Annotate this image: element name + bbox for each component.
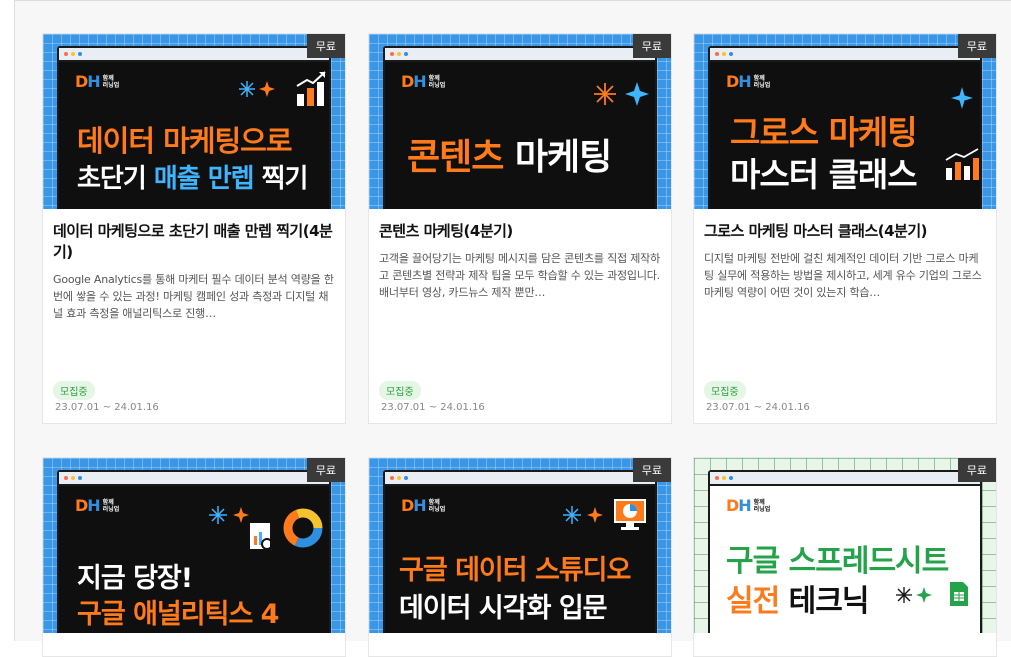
- course-description: 고객을 끌어당기는 마케팅 메시지를 담은 콘텐츠를 직접 제작하고 콘텐츠별 …: [379, 252, 660, 299]
- course-thumbnail[interactable]: 무료 DH 함께 러닝업 콘텐츠 마케팅: [369, 34, 671, 209]
- free-badge: 무료: [632, 34, 671, 58]
- status-badge: 모집중: [704, 381, 746, 400]
- free-badge: 무료: [632, 458, 671, 482]
- course-date: 23.07.01 ~ 24.01.16: [706, 402, 810, 413]
- window-titlebar: [59, 472, 329, 486]
- window-titlebar: [710, 472, 980, 486]
- thumbnail-headline: 그로스 마케팅: [730, 113, 918, 152]
- growth-chart-icon: [945, 148, 979, 180]
- status-badge: 모집중: [53, 381, 95, 400]
- thumbnail-headline: 지금 당장!: [77, 563, 193, 594]
- course-card[interactable]: 무료 DH 함께 러닝업 구글 데이터 스튜디오 데이터 시각화 입문: [368, 457, 672, 657]
- thumbnail-headline: 구글 데이터 스튜디오: [399, 555, 631, 586]
- report-icon: [248, 521, 276, 553]
- course-title[interactable]: 데이터 마케팅으로 초단기 매출 만렙 찍기(4분기): [53, 221, 335, 263]
- brand-logo: DH 함께 러닝업: [401, 496, 446, 515]
- growth-chart-icon: [296, 71, 326, 106]
- spreadsheet-icon: [950, 582, 968, 606]
- course-thumbnail[interactable]: 무료 DH 함께 러닝업 지금 당장! 구글 애널리틱스 4: [43, 458, 345, 633]
- thumbnail-subline: 마스터 클래스: [730, 155, 918, 194]
- window-titlebar: [385, 48, 655, 62]
- thumbnail-headline: 콘텐츠 마케팅: [407, 137, 612, 178]
- card-body: 데이터 마케팅으로 초단기 매출 만렙 찍기(4분기) Google Analy…: [43, 209, 345, 423]
- brand-logo: DH 함께 러닝업: [726, 72, 771, 91]
- course-card[interactable]: 무료 DH 함께 러닝업 지금 당장! 구글 애널리틱스 4: [42, 457, 346, 657]
- course-card[interactable]: 무료 DH 함께 러닝업 구글 스프레드시트 실전 테크닉: [693, 457, 997, 657]
- course-thumbnail[interactable]: 무료 DH 함께 러닝업 구글 데이터 스튜디오 데이터 시각화 입문: [369, 458, 671, 633]
- thumbnail-window: DH 함께 러닝업 그로스 마케팅 마스터 클래스: [708, 46, 982, 209]
- free-badge: 무료: [306, 458, 345, 482]
- sparkle-icon: [951, 87, 973, 109]
- window-titlebar: [385, 472, 655, 486]
- free-badge: 무료: [306, 34, 345, 58]
- thumbnail-window: DH 함께 러닝업 구글 데이터 스튜디오 데이터 시각화 입문: [383, 470, 657, 633]
- thumbnail-subline: 구글 애널리틱스 4: [77, 599, 279, 630]
- card-body: 콘텐츠 마케팅(4분기) 고객을 끌어당기는 마케팅 메시지를 담은 콘텐츠를 …: [369, 209, 671, 423]
- course-card[interactable]: 무료 DH 함께 러닝업 그로스 마케팅 마스터 클래스 그로스 마케팅 마스터…: [693, 33, 997, 424]
- donut-chart-icon: [283, 508, 323, 548]
- card-body: 그로스 마케팅 마스터 클래스(4분기) 디지털 마케팅 전반에 걸친 체계적인…: [694, 209, 996, 423]
- course-date: 23.07.01 ~ 24.01.16: [381, 402, 485, 413]
- course-thumbnail[interactable]: 무료 DH 함께 러닝업 데이터 마케팅으로 초단기 매출 만렙 찍기: [43, 34, 345, 209]
- thumbnail-headline: 데이터 마케팅으로: [77, 124, 293, 158]
- brand-logo: DH 함께 러닝업: [726, 496, 771, 515]
- thumbnail-window: DH 함께 러닝업 지금 당장! 구글 애널리틱스 4: [57, 470, 331, 633]
- window-titlebar: [710, 48, 980, 62]
- course-grid: 무료 DH 함께 러닝업 데이터 마케팅으로 초단기 매출 만렙 찍기 데이터 …: [14, 0, 1011, 657]
- thumbnail-headline: 구글 스프레드시트: [726, 544, 949, 579]
- sparkle-icon: [594, 82, 649, 106]
- sparkle-icon: [563, 506, 603, 524]
- sparkle-icon: [896, 587, 932, 603]
- course-title[interactable]: 그로스 마케팅 마스터 클래스(4분기): [704, 221, 986, 242]
- course-title[interactable]: 콘텐츠 마케팅(4분기): [379, 221, 661, 242]
- thumbnail-window: DH 함께 러닝업 데이터 마케팅으로 초단기 매출 만렙 찍기: [57, 46, 331, 209]
- thumbnail-subline: 초단기 매출 만렙 찍기: [77, 164, 308, 194]
- thumbnail-subline: 실전 테크닉: [726, 584, 869, 619]
- course-thumbnail[interactable]: 무료 DH 함께 러닝업 구글 스프레드시트 실전 테크닉: [694, 458, 996, 633]
- course-card[interactable]: 무료 DH 함께 러닝업 데이터 마케팅으로 초단기 매출 만렙 찍기 데이터 …: [42, 33, 346, 424]
- course-card[interactable]: 무료 DH 함께 러닝업 콘텐츠 마케팅 콘텐츠 마케팅(4분기) 고객을 끌어…: [368, 33, 672, 424]
- free-badge: 무료: [957, 458, 996, 482]
- status-badge: 모집중: [379, 381, 421, 400]
- brand-logo: DH 함께 러닝업: [75, 496, 120, 515]
- course-date: 23.07.01 ~ 24.01.16: [55, 402, 159, 413]
- brand-logo: DH 함께 러닝업: [401, 72, 446, 91]
- course-thumbnail[interactable]: 무료 DH 함께 러닝업 그로스 마케팅 마스터 클래스: [694, 34, 996, 209]
- course-description: Google Analytics를 통해 마케터 필수 데이터 분석 역량을 한…: [53, 273, 334, 320]
- window-titlebar: [59, 48, 329, 62]
- thumbnail-window: DH 함께 러닝업 구글 스프레드시트 실전 테크닉: [708, 470, 982, 633]
- thumbnail-window: DH 함께 러닝업 콘텐츠 마케팅: [383, 46, 657, 209]
- thumbnail-subline: 데이터 시각화 입문: [399, 593, 608, 624]
- free-badge: 무료: [957, 34, 996, 58]
- course-description: 디지털 마케팅 전반에 걸친 체계적인 데이터 기반 그로스 마케팅 실무에 적…: [704, 252, 982, 299]
- brand-logo: DH 함께 러닝업: [75, 72, 120, 91]
- monitor-chart-icon: [614, 499, 646, 530]
- sparkle-icon: [239, 81, 275, 97]
